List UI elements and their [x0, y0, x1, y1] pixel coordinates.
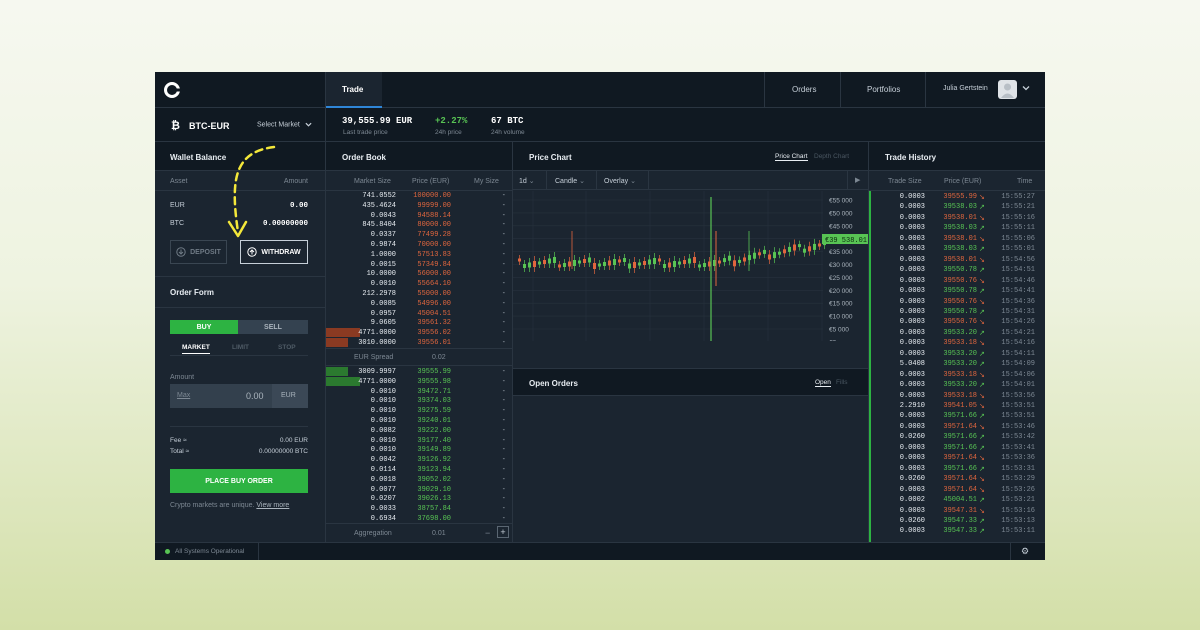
annotation-arrow-icon: [227, 145, 276, 238]
